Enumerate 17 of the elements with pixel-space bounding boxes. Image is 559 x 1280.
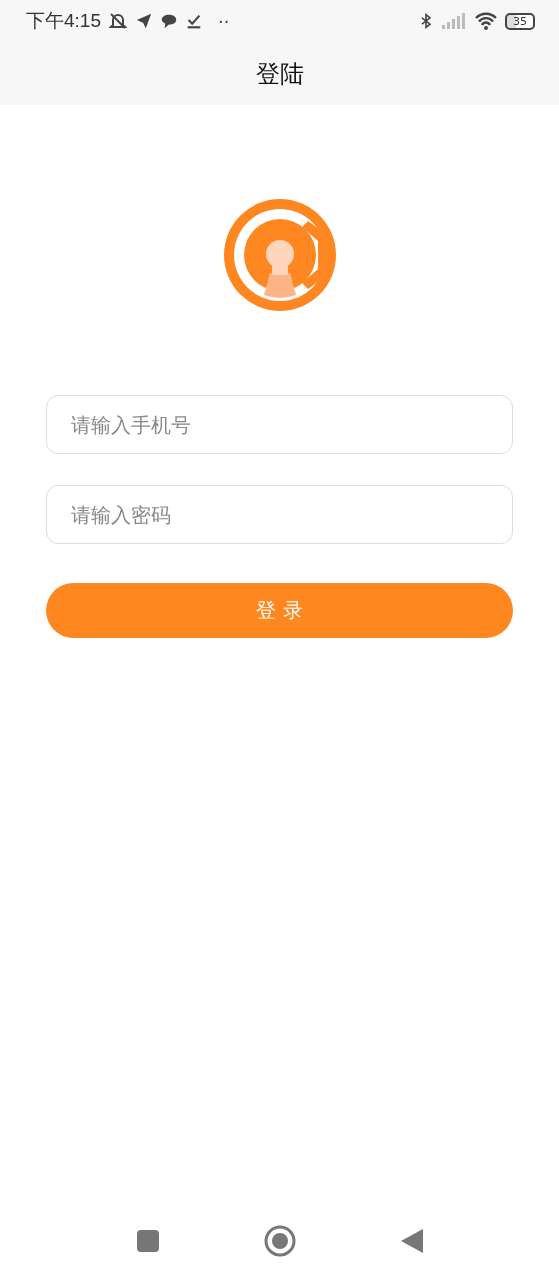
page-title: 登陆 bbox=[255, 58, 304, 90]
status-time: 下午4:15 bbox=[26, 9, 101, 33]
logo-icon bbox=[223, 199, 336, 311]
send-icon bbox=[135, 12, 153, 30]
more-notifications: ·· bbox=[218, 10, 230, 32]
battery-indicator: 35 bbox=[505, 12, 535, 30]
recent-apps-icon[interactable] bbox=[136, 1230, 159, 1252]
input-field[interactable]: 请输入密码 bbox=[46, 485, 513, 544]
input-field[interactable]: 请输入手机号 bbox=[46, 395, 513, 454]
chat-bubble-icon bbox=[160, 12, 178, 30]
wifi-icon bbox=[474, 11, 498, 31]
bell-off-icon bbox=[108, 11, 128, 31]
login-button[interactable]: 登 录 bbox=[46, 583, 513, 638]
back-icon[interactable] bbox=[400, 1229, 423, 1253]
signal-icon bbox=[441, 12, 467, 30]
checkmark-icon bbox=[185, 12, 203, 30]
home-icon[interactable] bbox=[263, 1225, 296, 1257]
